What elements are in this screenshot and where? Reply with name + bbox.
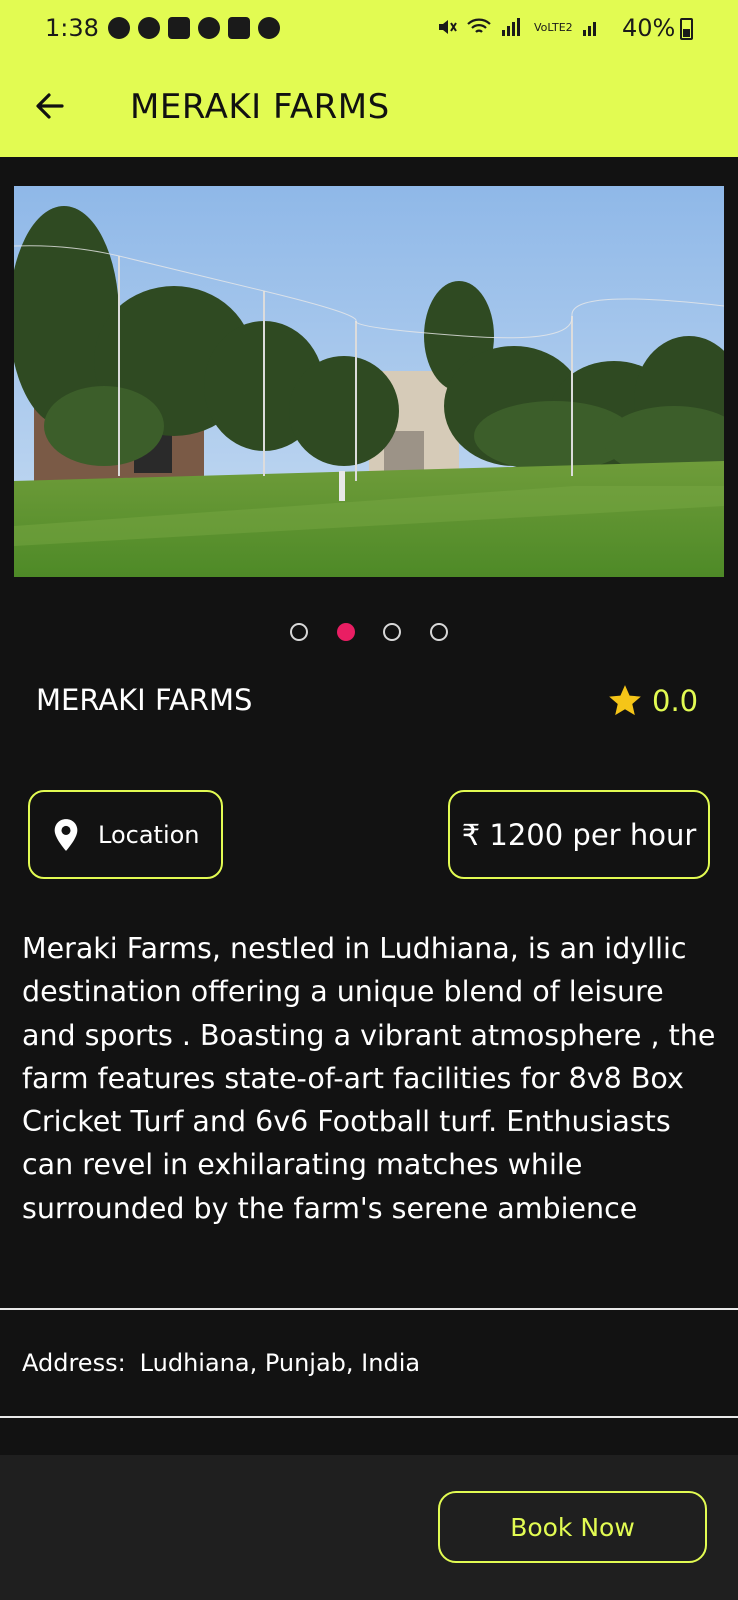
whatsapp-icon xyxy=(198,17,220,39)
map-pin-icon xyxy=(54,818,78,851)
back-button[interactable] xyxy=(30,86,70,126)
star-icon xyxy=(609,685,641,716)
divider xyxy=(0,1416,738,1418)
venue-rating: 0.0 xyxy=(606,682,698,720)
signal-2-icon xyxy=(582,22,596,36)
battery-percent: 40% xyxy=(622,14,676,42)
arrow-left-icon xyxy=(36,93,64,119)
book-now-button[interactable]: Book Now xyxy=(438,1491,707,1563)
wifi-icon xyxy=(467,18,491,33)
status-time: 1:38 xyxy=(45,14,99,42)
price-label: ₹ 1200 per hour xyxy=(461,817,697,852)
venue-name: MERAKI FARMS xyxy=(36,683,253,717)
location-label: Location xyxy=(98,820,200,849)
venue-photo xyxy=(14,186,724,577)
top-app-bar: 1:38 VoLTE2 40% MERAKI FARMS xyxy=(0,0,738,157)
system-icons: VoLTE2 xyxy=(436,16,601,38)
price-chip[interactable]: ₹ 1200 per hour xyxy=(448,790,710,879)
address-value: Ludhiana, Punjab, India xyxy=(139,1349,421,1377)
notification-icon xyxy=(108,17,130,39)
carousel-dot-1[interactable] xyxy=(290,623,308,641)
location-button[interactable]: Location xyxy=(28,790,223,879)
signal-icon xyxy=(502,18,520,36)
mute-icon xyxy=(439,20,457,34)
carousel-dot-4[interactable] xyxy=(430,623,448,641)
carousel-dot-2[interactable] xyxy=(337,623,355,641)
venue-description: Meraki Farms, nestled in Ludhiana, is an… xyxy=(22,932,716,1225)
app-icon xyxy=(168,17,190,39)
status-bar: 1:38 VoLTE2 40% xyxy=(0,0,738,56)
gallery-icon xyxy=(228,17,250,39)
venue-image-carousel[interactable] xyxy=(14,186,724,577)
alarm-icon xyxy=(138,17,160,39)
divider xyxy=(0,1308,738,1310)
battery-icon xyxy=(680,18,693,40)
address-label: Address: xyxy=(22,1349,126,1377)
carousel-dot-3[interactable] xyxy=(383,623,401,641)
notification-icons xyxy=(108,17,280,39)
rating-value: 0.0 xyxy=(652,684,699,718)
phone-app-icon xyxy=(258,17,280,39)
address-row: Address: Ludhiana, Punjab, India xyxy=(22,1349,420,1377)
page-title: MERAKI FARMS xyxy=(130,87,390,127)
carousel-indicator xyxy=(0,623,738,645)
volte-label: VoLTE2 xyxy=(534,20,573,34)
